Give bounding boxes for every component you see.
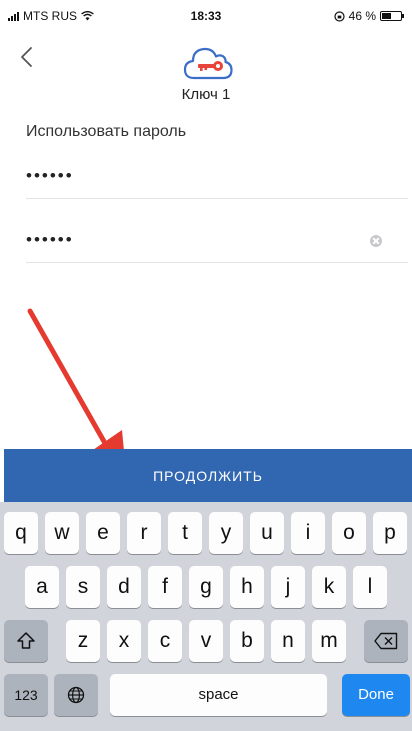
keyboard-row-4: 123 space Done: [0, 674, 412, 718]
orientation-lock-icon: [334, 10, 345, 22]
numbers-key[interactable]: 123: [4, 674, 48, 716]
key-m[interactable]: m: [312, 620, 346, 662]
key-z[interactable]: z: [66, 620, 100, 662]
key-x[interactable]: x: [107, 620, 141, 662]
confirm-password-field[interactable]: ••••••: [26, 222, 408, 263]
key-k[interactable]: k: [312, 566, 346, 608]
keyboard-row-2: a s d f g h j k l: [0, 566, 412, 610]
key-i[interactable]: i: [291, 512, 325, 554]
backspace-key[interactable]: [364, 620, 408, 662]
chevron-left-icon: [21, 47, 32, 67]
shift-key[interactable]: [4, 620, 48, 662]
key-b[interactable]: b: [230, 620, 264, 662]
keyboard: q w e r t y u i o p a s d f g h j k l z …: [0, 502, 412, 731]
shift-icon: [17, 632, 35, 649]
confirm-password-value: ••••••: [26, 230, 74, 249]
continue-button[interactable]: ПРОДОЛЖИТЬ: [4, 449, 412, 502]
key-s[interactable]: s: [66, 566, 100, 608]
key-o[interactable]: o: [332, 512, 366, 554]
key-d[interactable]: d: [107, 566, 141, 608]
use-password-label[interactable]: Использовать пароль: [26, 123, 186, 141]
key-l[interactable]: l: [353, 566, 387, 608]
key-w[interactable]: w: [45, 512, 79, 554]
key-y[interactable]: y: [209, 512, 243, 554]
battery-label: 46 %: [348, 9, 376, 23]
status-right: 46 %: [334, 9, 404, 23]
status-bar: MTS RUS 18:33 46 %: [0, 0, 412, 34]
keyboard-row-3: z x c v b n m: [0, 620, 412, 664]
cloud-key-icon: [183, 47, 233, 80]
globe-icon: [67, 686, 85, 704]
key-u[interactable]: u: [250, 512, 284, 554]
key-p[interactable]: p: [373, 512, 407, 554]
key-a[interactable]: a: [25, 566, 59, 608]
done-key[interactable]: Done: [342, 674, 410, 716]
keyboard-row-1: q w e r t y u i o p: [0, 512, 412, 556]
globe-key[interactable]: [54, 674, 98, 716]
key-q[interactable]: q: [4, 512, 38, 554]
key-r[interactable]: r: [127, 512, 161, 554]
key-t[interactable]: t: [168, 512, 202, 554]
space-key[interactable]: space: [110, 674, 327, 716]
key-n[interactable]: n: [271, 620, 305, 662]
key-g[interactable]: g: [189, 566, 223, 608]
battery-icon: [380, 11, 404, 21]
backspace-icon: [374, 632, 398, 650]
key-f[interactable]: f: [148, 566, 182, 608]
key-v[interactable]: v: [189, 620, 223, 662]
password-field[interactable]: ••••••: [26, 158, 408, 199]
key-h[interactable]: h: [230, 566, 264, 608]
back-button[interactable]: [14, 40, 44, 74]
password-value: ••••••: [26, 166, 74, 185]
key-c[interactable]: c: [148, 620, 182, 662]
key-e[interactable]: e: [86, 512, 120, 554]
key-title: Ключ 1: [181, 86, 231, 103]
clear-icon[interactable]: [370, 235, 382, 247]
key-j[interactable]: j: [271, 566, 305, 608]
